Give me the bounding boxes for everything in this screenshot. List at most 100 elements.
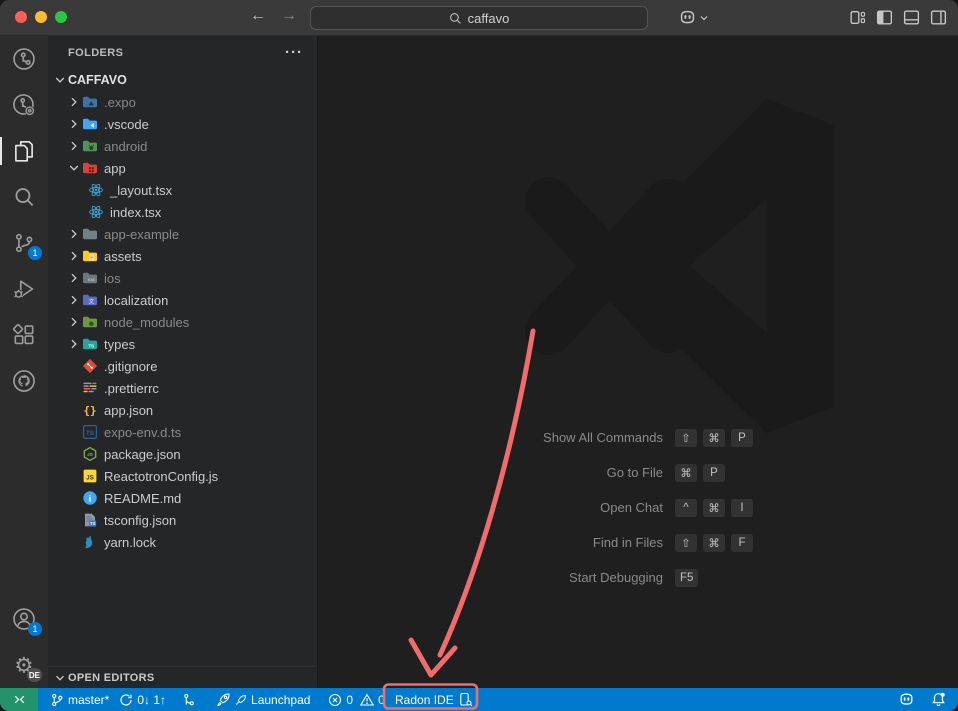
tree-item-reactotronconfig-js[interactable]: JSReactotronConfig.js [48, 465, 317, 487]
tree-item-tsconfig-json[interactable]: TStsconfig.json [48, 509, 317, 531]
root-folder-label: CAFFAVO [68, 73, 127, 87]
open-editors-section[interactable]: OPEN EDITORS [48, 666, 317, 688]
activity-bar-item-extensions[interactable] [0, 312, 48, 358]
zoom-window-button[interactable] [55, 11, 67, 23]
tree-item-localization[interactable]: 文localization [48, 289, 317, 311]
notifications-bell-icon[interactable] [931, 692, 946, 707]
tree-item-expo-env-d-ts[interactable]: TS expo-env.d.ts [48, 421, 317, 443]
shortcut-label: Find in Files [318, 535, 663, 550]
commit-graph-status[interactable] [177, 688, 201, 711]
tree-item--layout-tsx[interactable]: _layout.tsx [48, 179, 317, 201]
tree-item-label: .expo [104, 95, 136, 110]
activity-bar-item-source-control[interactable]: 1 [0, 220, 48, 266]
svg-text:iOS: iOS [88, 277, 95, 282]
radon-ide-label: Radon IDE [395, 693, 454, 707]
tree-item-readme-md[interactable]: iREADME.md [48, 487, 317, 509]
tree-item--vscode[interactable]: .vscode [48, 113, 317, 135]
toggle-secondary-sidebar-icon[interactable] [929, 8, 948, 27]
explorer-sidebar: FOLDERS ··· CAFFAVO.expo.vscodeandroidap… [48, 36, 318, 688]
tree-item-node-modules[interactable]: node_modules [48, 311, 317, 333]
tree-item-app-example[interactable]: app-example [48, 223, 317, 245]
tree-item-assets[interactable]: assets [48, 245, 317, 267]
react-icon [88, 204, 104, 220]
tree-item-android[interactable]: android [48, 135, 317, 157]
toggle-panel-icon[interactable] [902, 8, 921, 27]
tree-item-package-json[interactable]: JSpackage.json [48, 443, 317, 465]
files-icon [11, 138, 37, 164]
tree-item-types[interactable]: TStypes [48, 333, 317, 355]
minimize-window-button[interactable] [35, 11, 47, 23]
sync-status[interactable]: 0↓ 1↑ [114, 688, 171, 711]
activity-bar-item-settings[interactable]: ⚙DE [0, 642, 48, 688]
shortcut-row: Find in Files⇧⌘F [318, 525, 958, 560]
toggle-primary-sidebar-icon[interactable] [875, 8, 894, 27]
problems-status[interactable]: 0 0 [323, 688, 389, 711]
svg-text:i: i [89, 495, 92, 505]
customize-layout-icon[interactable] [848, 8, 867, 27]
shortcut-keys: ⇧⌘P [675, 429, 753, 447]
svg-text:TS: TS [89, 343, 95, 348]
errors-icon [328, 693, 342, 707]
tree-item-index-tsx[interactable]: index.tsx [48, 201, 317, 223]
tree-item-app-json[interactable]: {}app.json [48, 399, 317, 421]
tree-item-label: expo-env.d.ts [104, 425, 181, 440]
command-center-search[interactable]: caffavo [310, 6, 648, 30]
tree-item--prettierrc[interactable]: .prettierrc [48, 377, 317, 399]
copilot-menu-button[interactable] [678, 8, 709, 27]
tree-item-app[interactable]: app [48, 157, 317, 179]
close-window-button[interactable] [15, 11, 27, 23]
remote-indicator[interactable] [0, 688, 38, 711]
tree-item-label: _layout.tsx [110, 183, 172, 198]
activity-bar-item-run-debug[interactable] [0, 266, 48, 312]
tree-item-label: app [104, 161, 126, 176]
activity-bar-item-git-graph[interactable] [0, 36, 48, 82]
key-cap: ⌘ [703, 429, 725, 447]
tree-item--expo[interactable]: .expo [48, 91, 317, 113]
back-icon[interactable]: ← [250, 7, 266, 25]
sync-counts: 0↓ 1↑ [137, 693, 166, 707]
indent-spacer [66, 424, 82, 440]
activity-bar-item-search[interactable] [0, 174, 48, 220]
readme-icon: i [82, 490, 98, 506]
tree-item--gitignore[interactable]: .gitignore [48, 355, 317, 377]
radon-ide-status[interactable]: Radon IDE [390, 688, 478, 711]
node-folder [82, 314, 98, 330]
shortcut-keys: F5 [675, 569, 698, 587]
expo-folder [82, 94, 98, 110]
copilot-icon [678, 8, 697, 27]
copilot-status-icon[interactable] [898, 691, 915, 708]
shortcut-row: Open Chat^⌘I [318, 490, 958, 525]
tree-item-label: .prettierrc [104, 381, 159, 396]
tree-item-yarn-lock[interactable]: yarn.lock [48, 531, 317, 553]
tree-item-label: ReactotronConfig.js [104, 469, 218, 484]
forward-icon[interactable]: → [281, 7, 297, 25]
indent-spacer [66, 380, 82, 396]
launchpad-status[interactable]: Launchpad [211, 688, 315, 711]
chevron-down-icon [699, 13, 709, 23]
shortcut-label: Open Chat [318, 500, 663, 515]
window-controls [15, 11, 67, 23]
branch-name: master* [68, 693, 109, 707]
key-cap: P [703, 464, 725, 482]
more-actions-icon[interactable]: ··· [285, 48, 303, 58]
tree-item-label: ios [104, 271, 121, 286]
activity-bar-item-accounts[interactable]: 1 [0, 596, 48, 642]
shortcut-keys: ⌘P [675, 464, 725, 482]
extensions-icon [11, 322, 37, 348]
activity-bar-item-github[interactable] [0, 358, 48, 404]
git-branch-icon [50, 693, 64, 707]
tree-item-ios[interactable]: iOS ios [48, 267, 317, 289]
tree-root-caffavo[interactable]: CAFFAVO [48, 69, 317, 91]
watermark-shortcuts: Show All Commands⇧⌘PGo to File⌘POpen Cha… [318, 420, 958, 595]
git-branch-status[interactable]: master* [45, 688, 114, 711]
tree-item-label: android [104, 139, 147, 154]
tree-item-label: package.json [104, 447, 181, 462]
svg-text:TS: TS [86, 430, 95, 437]
activity-bar-item-git-graph-search[interactable] [0, 82, 48, 128]
android-folder [82, 138, 98, 154]
open-editors-label: OPEN EDITORS [68, 672, 155, 684]
warnings-icon [360, 693, 374, 707]
rocket-icon [216, 692, 231, 707]
errors-count: 0 [346, 693, 353, 707]
activity-bar-item-explorer[interactable] [0, 128, 48, 174]
